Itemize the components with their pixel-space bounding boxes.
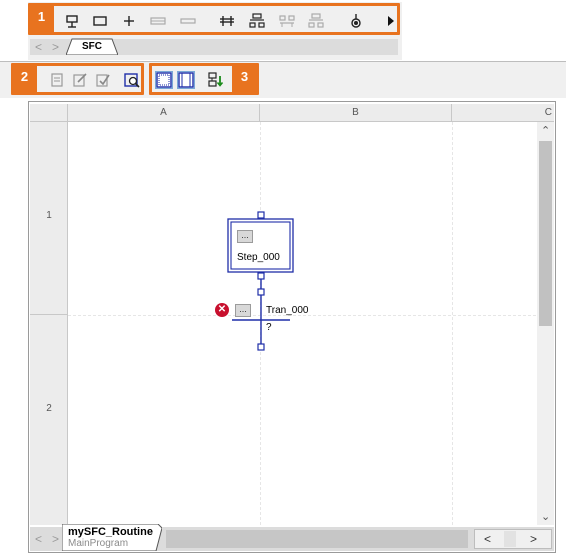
routine-tab-name: mySFC_Routine bbox=[68, 526, 153, 538]
error-icon: ✕ bbox=[215, 303, 229, 317]
step-action-button[interactable]: ... bbox=[237, 230, 253, 243]
scroll-left-icon[interactable]: < bbox=[484, 533, 491, 545]
transition-button[interactable]: ... bbox=[235, 304, 251, 317]
step-top-pin[interactable] bbox=[257, 211, 265, 219]
transition-top-pin[interactable] bbox=[257, 288, 265, 296]
transition-bottom-pin[interactable] bbox=[257, 343, 265, 351]
bottom-tab-scroll-left-icon[interactable]: < bbox=[35, 533, 42, 545]
transition-condition[interactable]: ? bbox=[266, 322, 272, 333]
scroll-right-icon[interactable]: > bbox=[530, 533, 537, 545]
sfc-diagram bbox=[227, 211, 294, 351]
horizontal-scroll-thumb[interactable] bbox=[504, 531, 516, 547]
horizontal-scrollbar-track[interactable] bbox=[166, 530, 468, 548]
routine-tab[interactable]: mySFC_Routine MainProgram bbox=[62, 524, 162, 551]
step-bottom-pin[interactable] bbox=[257, 272, 265, 280]
transition-name[interactable]: Tran_000 bbox=[266, 305, 308, 316]
step-name[interactable]: Step_000 bbox=[237, 252, 280, 263]
routine-tab-program: MainProgram bbox=[68, 538, 129, 549]
step-outer-border[interactable] bbox=[227, 218, 294, 273]
bottom-tab-scroll-right-icon[interactable]: > bbox=[52, 533, 59, 545]
